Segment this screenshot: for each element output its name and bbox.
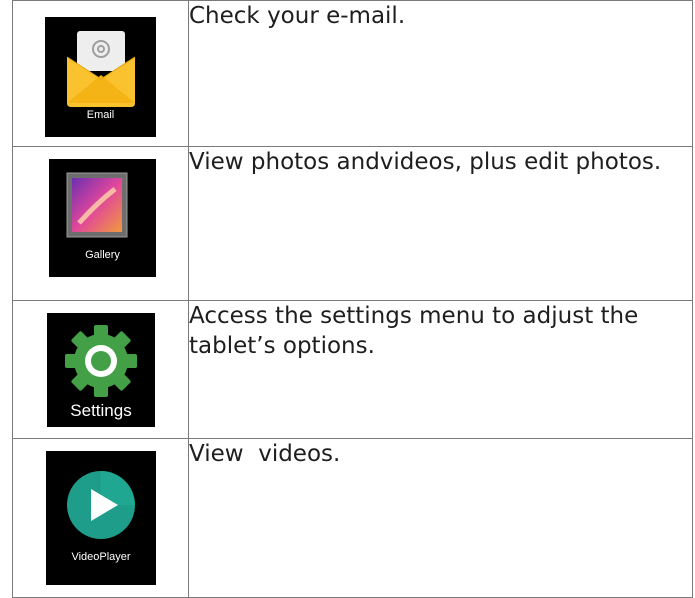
video-player-icon (67, 471, 135, 539)
video-player-label: VideoPlayer (71, 551, 131, 563)
email-description: Check your e-mail. (188, 0, 693, 147)
icon-cell: Settings (12, 300, 189, 439)
settings-description: Access the settings menu to adjust the t… (188, 300, 693, 439)
gallery-description: View photos andvideos, plus edit photos. (188, 146, 693, 301)
icon-cell: Gallery (12, 146, 189, 301)
video-player-app-tile[interactable]: VideoPlayer (46, 451, 156, 585)
email-app-tile[interactable]: Email (45, 17, 156, 137)
icon-cell: VideoPlayer (12, 438, 189, 598)
table-row: Email Check your e-mail. (12, 0, 693, 147)
icon-cell: Email (12, 0, 189, 147)
gallery-app-tile[interactable]: Gallery (49, 159, 156, 277)
gallery-label: Gallery (85, 249, 120, 261)
apps-table: Email Check your e-mail. Gallery View ph… (12, 0, 693, 598)
table-row: VideoPlayer View videos. (12, 438, 693, 598)
table-row: Gallery View photos andvideos, plus edit… (12, 146, 693, 301)
table-row: Settings Access the settings menu to adj… (12, 300, 693, 439)
settings-label: Settings (70, 401, 132, 420)
video-player-description: View videos. (188, 438, 693, 598)
email-label: Email (86, 109, 115, 121)
settings-app-tile[interactable]: Settings (47, 313, 155, 427)
